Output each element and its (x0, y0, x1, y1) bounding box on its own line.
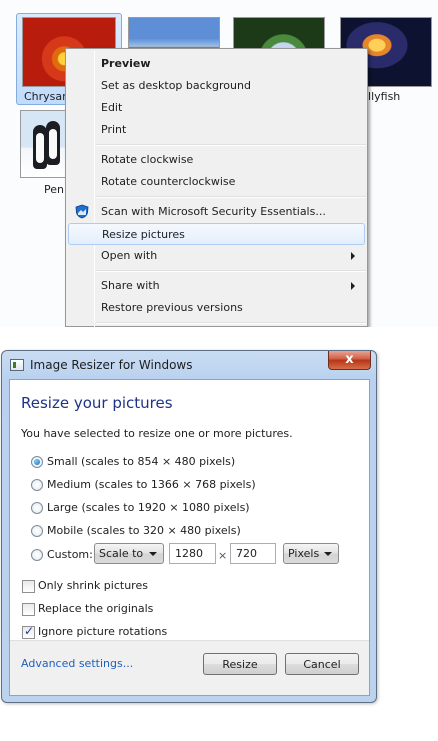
radio-small-label[interactable]: Small (scales to 854 × 480 pixels) (47, 455, 235, 468)
radio-mobile-label[interactable]: Mobile (scales to 320 × 480 pixels) (47, 524, 241, 537)
menu-separator (96, 144, 366, 146)
dialog-footer: Advanced settings... Resize Cancel (10, 640, 369, 695)
checkbox-ignore-rotations[interactable]: ✓ (22, 624, 35, 639)
radio-large-label[interactable]: Large (scales to 1920 × 1080 pixels) (47, 501, 250, 514)
menu-separator (96, 270, 366, 272)
menu-item-set-desktop-background[interactable]: Set as desktop background (68, 75, 365, 97)
image-resizer-dialog: Image Resizer for Windows x Resize your … (1, 350, 377, 703)
thumbnail-penguins[interactable]: Pen (20, 110, 68, 196)
radio-custom[interactable] (31, 549, 43, 561)
resize-button[interactable]: Resize (203, 653, 277, 675)
custom-unit-select[interactable]: Pixels (283, 543, 339, 564)
radio-custom-label[interactable]: Custom: (47, 548, 93, 561)
checkbox-only-shrink[interactable] (22, 580, 35, 593)
context-menu: Preview Set as desktop background Edit P… (65, 48, 368, 327)
menu-item-edit[interactable]: Edit (68, 97, 365, 119)
menu-item-open-with[interactable]: Open with (68, 245, 365, 267)
menu-item-label: Edit (101, 101, 123, 114)
custom-height-input[interactable]: 720 (230, 543, 276, 564)
intro-text: You have selected to resize one or more … (21, 427, 293, 440)
radio-small[interactable] (31, 456, 43, 468)
radio-medium[interactable] (31, 479, 43, 491)
thumbnail-label: Pen (44, 183, 64, 196)
menu-item-rotate-counterclockwise[interactable]: Rotate counterclockwise (68, 171, 365, 193)
menu-item-label: Open with (101, 249, 158, 262)
menu-separator (96, 322, 366, 324)
custom-width-input[interactable]: 1280 (169, 543, 216, 564)
checkmark-icon: ✓ (24, 624, 35, 638)
custom-height-value: 720 (236, 547, 257, 560)
menu-item-label: Share with (101, 279, 160, 292)
menu-item-scan-security-essentials[interactable]: Scan with Microsoft Security Essentials.… (68, 201, 365, 223)
submenu-arrow-icon (351, 282, 355, 290)
menu-item-label: Print (101, 123, 127, 136)
radio-medium-label[interactable]: Medium (scales to 1366 × 768 pixels) (47, 478, 256, 491)
menu-item-label: Preview (101, 57, 151, 70)
cancel-button[interactable]: Cancel (285, 653, 359, 675)
checkbox-ignore-rotations-label[interactable]: Ignore picture rotations (38, 625, 167, 638)
menu-item-label: Resize pictures (102, 228, 185, 241)
advanced-settings-link[interactable]: Advanced settings... (21, 657, 133, 670)
window-title: Image Resizer for Windows (30, 358, 193, 372)
chevron-down-icon (149, 552, 157, 556)
thumbnail-label: Chrysan (24, 90, 70, 103)
checkbox-only-shrink-label[interactable]: Only shrink pictures (38, 579, 148, 592)
cancel-button-label: Cancel (303, 658, 341, 671)
penguins-image (20, 110, 66, 178)
close-button[interactable]: x (328, 351, 371, 370)
chevron-down-icon (324, 552, 332, 556)
custom-mode-select[interactable]: Scale to (94, 543, 164, 564)
custom-unit-value: Pixels (288, 547, 320, 560)
menu-item-print[interactable]: Print (68, 119, 365, 141)
radio-mobile[interactable] (31, 525, 43, 537)
times-symbol: × (218, 549, 228, 562)
close-icon: x (345, 352, 354, 367)
menu-item-label: Scan with Microsoft Security Essentials.… (101, 205, 326, 218)
menu-item-label: Rotate counterclockwise (101, 175, 236, 188)
dialog-content: Resize your pictures You have selected t… (9, 379, 370, 696)
app-window-icon (10, 359, 24, 371)
menu-item-label: Set as desktop background (101, 79, 251, 92)
menu-item-share-with[interactable]: Share with (68, 275, 365, 297)
checkbox-replace-originals[interactable] (22, 603, 35, 616)
menu-item-label: Restore previous versions (101, 301, 243, 314)
menu-item-rotate-clockwise[interactable]: Rotate clockwise (68, 149, 365, 171)
menu-item-resize-pictures[interactable]: Resize pictures (68, 223, 365, 245)
submenu-arrow-icon (351, 252, 355, 260)
checkbox-replace-originals-label[interactable]: Replace the originals (38, 602, 153, 615)
custom-mode-value: Scale to (99, 547, 144, 560)
security-essentials-icon (75, 204, 89, 219)
menu-separator (96, 196, 366, 198)
menu-item-label: Rotate clockwise (101, 153, 194, 166)
menu-item-preview[interactable]: Preview (68, 53, 365, 75)
radio-large[interactable] (31, 502, 43, 514)
page-heading: Resize your pictures (21, 394, 173, 412)
menu-item-restore-previous-versions[interactable]: Restore previous versions (68, 297, 365, 319)
explorer-file-view: Chrysan Jellyfish Pen Preview Set as des… (0, 0, 438, 327)
custom-width-value: 1280 (175, 547, 203, 560)
resize-button-label: Resize (222, 658, 258, 671)
